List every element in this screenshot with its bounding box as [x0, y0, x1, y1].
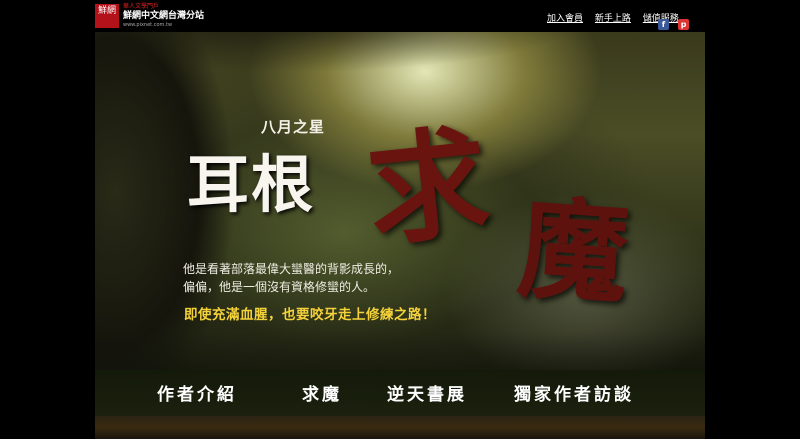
- join-member-link[interactable]: 加入會員: [547, 14, 583, 24]
- facebook-icon[interactable]: f: [658, 19, 669, 30]
- nav-author-intro[interactable]: 作者介紹: [157, 380, 237, 405]
- bottom-strip: [95, 416, 705, 439]
- book-title-char-2: 魔: [513, 183, 633, 320]
- brand-name: 鮮網中文網台灣分站: [123, 11, 205, 21]
- slogan: 即使充滿血腥，也要咬牙走上修練之路！: [184, 307, 436, 323]
- brand-block[interactable]: 華人文學門戶 鮮網中文網台灣分站 www.pixnet.com.tw: [123, 3, 204, 29]
- book-title-char-1: 求: [361, 111, 496, 264]
- site-logo[interactable]: 鮮網: [95, 4, 119, 28]
- hero-banner: 八月之星 耳根 求 魔 他是看著部落最偉大蠻醫的背影成長的， 偏偏，他是一個沒有…: [95, 32, 705, 439]
- nav-interview[interactable]: 獨家作者訪談: [514, 380, 634, 405]
- beginner-guide-link[interactable]: 新手上路: [595, 14, 631, 24]
- description-line-1: 他是看著部落最偉大蠻醫的背影成長的，: [183, 262, 400, 276]
- description-line-2: 偏偏，他是一個沒有資格修蠻的人。: [183, 280, 376, 294]
- book-description: 他是看著部落最偉大蠻醫的背影成長的， 偏偏，他是一個沒有資格修蠻的人。: [183, 260, 399, 296]
- nav-book[interactable]: 求魔: [302, 380, 342, 405]
- logo-text: 鮮網: [97, 6, 116, 16]
- tree-canopy-decoration: [95, 32, 705, 92]
- brand-tag: 華人文學門戶: [123, 3, 160, 10]
- author-name: 耳根: [187, 148, 316, 221]
- plurk-icon[interactable]: p: [678, 19, 690, 30]
- brand-url: www.pixnet.com.tw: [123, 22, 173, 28]
- top-bar: 鮮網 華人文學門戶 鮮網中文網台灣分站 www.pixnet.com.tw 加入…: [95, 0, 705, 49]
- nav-book-expo[interactable]: 逆天書展: [387, 380, 467, 405]
- main-nav: 作者介紹 求魔 逆天書展 獨家作者訪談: [95, 370, 705, 416]
